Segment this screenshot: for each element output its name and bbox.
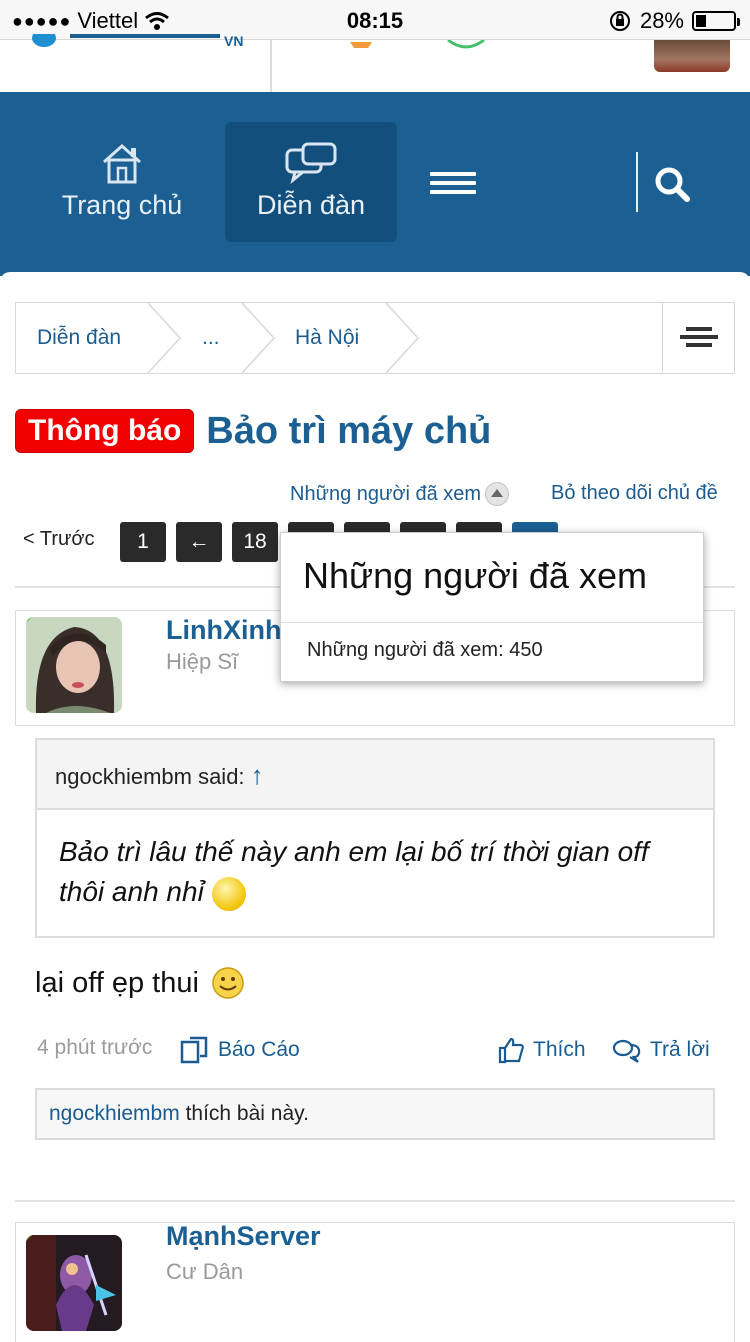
unfollow-link[interactable]: Bỏ theo dõi chủ đề (551, 482, 718, 505)
hamburger-menu-icon[interactable] (430, 172, 476, 194)
thinking-emoji-icon (211, 876, 246, 911)
avatar-photo (26, 617, 122, 713)
smile-emoji-icon (212, 967, 244, 999)
popup-title: Những người đã xem (281, 533, 703, 623)
report-icon (180, 1036, 208, 1064)
like-label: Thích (533, 1038, 586, 1061)
svg-text:VN: VN (224, 34, 243, 49)
report-label: Báo Cáo (218, 1038, 300, 1061)
nav-home-label: Trang chủ (61, 190, 183, 220)
page-button-18[interactable]: 18 (232, 522, 278, 562)
breadcrumb-item-ellipsis[interactable]: ... (202, 303, 220, 373)
bell-icon[interactable] (346, 40, 376, 52)
thread-links: Những người đã xem Bỏ theo dõi chủ đề (0, 482, 750, 512)
site-header-strip: VN (0, 34, 750, 92)
rotation-lock-icon (609, 11, 630, 31)
post-actions: 4 phút trước Báo Cáo Thích Trả lời (0, 1036, 750, 1066)
post-user-rank: Hiệp Sĩ (166, 649, 239, 674)
user-avatar[interactable] (654, 40, 730, 72)
post-author-card: MạnhServer Cư Dân (15, 1221, 735, 1342)
battery-percent: 28% (639, 8, 684, 33)
post-time[interactable]: 4 phút trước (37, 1036, 152, 1060)
avatar-photo (26, 1235, 122, 1331)
nav-divider (636, 152, 638, 212)
nav-home[interactable]: Trang chủ (36, 122, 208, 242)
post-user-rank: Cư Dân (166, 1259, 244, 1284)
quote-block: ngockhiembm said: ↑ Bảo trì lâu thế này … (35, 738, 715, 938)
breadcrumb-chevron-icon (241, 303, 276, 373)
speech-bubbles-icon (285, 142, 337, 184)
search-icon[interactable] (652, 164, 692, 204)
collapse-up-icon (485, 482, 510, 506)
quote-jump-link[interactable]: ↑ (251, 760, 264, 790)
breadcrumb-chevron-icon (147, 303, 182, 373)
home-icon (103, 143, 141, 184)
likes-suffix: thích bài này. (179, 1102, 309, 1125)
page-button-1[interactable]: 1 (120, 522, 166, 562)
breadcrumb-item-hanoi[interactable]: Hà Nội (295, 303, 359, 373)
nav-forum-label: Diễn đàn (256, 190, 366, 220)
divider (15, 1200, 735, 1202)
breadcrumb-item-forum[interactable]: Diễn đàn (37, 303, 121, 373)
site-logo[interactable]: VN (30, 34, 250, 54)
thread-title-row: Thông báo Bảo trì máy chủ (15, 404, 491, 458)
thread-title: Bảo trì máy chủ (206, 409, 492, 452)
quote-content: Bảo trì lâu thế này anh em lại bố trí th… (59, 836, 649, 907)
quote-header: ngockhiembm said: ↑ (37, 740, 713, 810)
popup-viewer-count: Những người đã xem: 450 (307, 639, 543, 661)
thread-prefix-badge: Thông báo (15, 409, 195, 453)
likes-summary: ngockhiembm thích bài này. (35, 1088, 715, 1140)
battery-icon (692, 11, 740, 31)
main-navbar: Trang chủ Diễn đàn (0, 92, 750, 276)
divider (270, 40, 272, 92)
breadcrumb-jump-menu-icon[interactable] (662, 303, 734, 373)
reply-button[interactable]: Trả lời (612, 1036, 710, 1064)
like-button[interactable]: Thích (497, 1036, 586, 1064)
viewers-popup: Những người đã xem Những người đã xem: 4… (280, 532, 704, 682)
liker-link[interactable]: ngockhiembm (49, 1102, 180, 1125)
thumbs-up-icon (498, 1037, 524, 1064)
viewers-link-label: Những người đã xem (290, 482, 482, 505)
content-area: Diễn đàn ... Hà Nội Thông báo Bảo trì má… (0, 272, 750, 1342)
viewers-link[interactable]: Những người đã xem (290, 482, 510, 506)
post-message: lại off ẹp thui (35, 966, 245, 1000)
page-jump-back-button[interactable]: ← (176, 522, 222, 562)
quote-author: ngockhiembm said: (55, 764, 245, 789)
breadcrumb: Diễn đàn ... Hà Nội (15, 302, 735, 374)
breadcrumb-chevron-icon (385, 303, 420, 373)
post-username[interactable]: MạnhServer (166, 1221, 321, 1252)
post-username[interactable]: LinhXinh (166, 615, 281, 646)
prev-page-link[interactable]: < Trước (23, 528, 95, 551)
reply-label: Trả lời (650, 1038, 710, 1061)
quote-text: Bảo trì lâu thế này anh em lại bố trí th… (37, 810, 713, 934)
report-button[interactable]: Báo Cáo (180, 1036, 300, 1064)
avatar[interactable] (26, 1235, 122, 1331)
post-message-text: lại off ẹp thui (35, 966, 199, 999)
chat-icon[interactable] (444, 40, 488, 52)
avatar[interactable] (26, 617, 122, 713)
reply-bubbles-icon (612, 1039, 641, 1063)
nav-forum[interactable]: Diễn đàn (225, 122, 397, 242)
